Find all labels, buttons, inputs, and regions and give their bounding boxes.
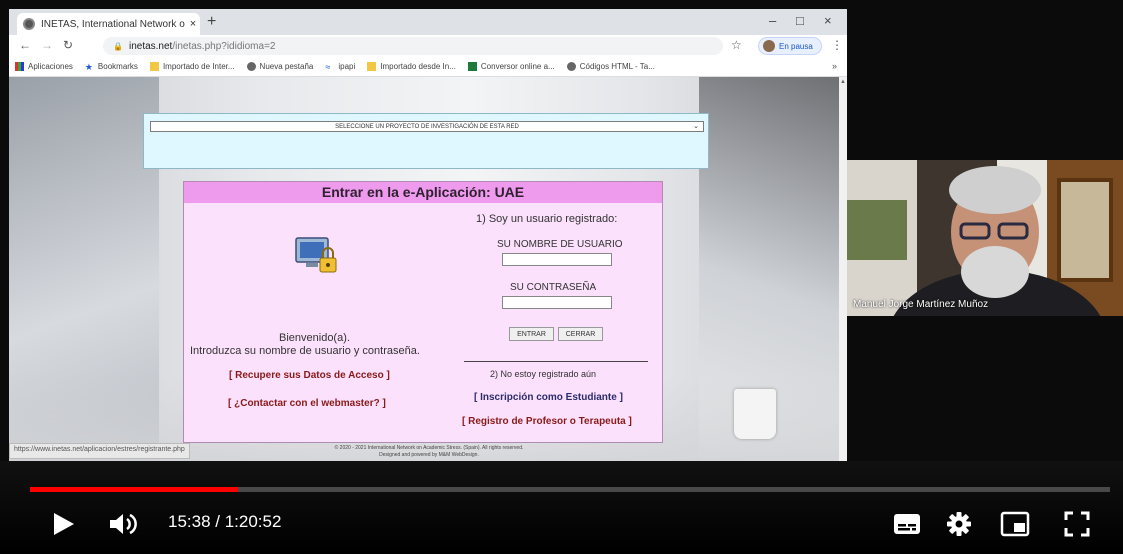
back-arrow-icon: ← [19, 38, 31, 52]
folder-icon [367, 62, 377, 71]
star-icon: ★ [84, 62, 93, 72]
login-instructions: Introduzca su nombre de usuario y contra… [190, 345, 420, 357]
page-footer: © 2020 - 2021 International Network on A… [259, 445, 599, 459]
project-select-value: SELECCIONE UN PROYECTO DE INVESTIGACIÓN … [335, 123, 519, 130]
project-select: SELECCIONE UN PROYECTO DE INVESTIGACIÓN … [150, 121, 704, 132]
bookmark-star-icon: ☆ [731, 38, 742, 52]
miniplayer-icon[interactable] [1000, 511, 1030, 537]
tab-title: INETAS, International Network o [41, 18, 185, 30]
folder-icon [149, 62, 159, 71]
browser-toolbar: ← → ↻ 🔒 inetas.net/inetas.php?ididioma=2… [9, 35, 847, 57]
welcome-text: Bienvenido(a). [279, 332, 350, 344]
not-registered-text: 2) No estoy registrado aún [490, 369, 597, 379]
browser-tab: INETAS, International Network o × [17, 13, 200, 35]
registered-heading: 1) Soy un usuario registrado: [476, 213, 618, 225]
page-scrollbar: ▲ [839, 77, 847, 461]
bookmark-item: Conversor online a... [467, 62, 555, 71]
window-close-icon: × [824, 13, 832, 28]
profile-status: En pausa [779, 41, 813, 51]
video-player[interactable]: INETAS, International Network o × + – □ … [0, 0, 1123, 554]
login-panel: Entrar en la e-Aplicación: UAE Bienvenid… [183, 181, 663, 443]
username-label: SU NOMBRE DE USUARIO [497, 239, 623, 250]
minimize-icon: – [769, 13, 777, 28]
padlock-icon: 🔒 [113, 41, 123, 51]
contact-webmaster-link: [ ¿Contactar con el webmaster? ] [228, 398, 386, 409]
restore-icon: □ [796, 13, 804, 28]
wifi-icon: ≈ [325, 62, 331, 72]
coffee-mug [734, 389, 776, 439]
login-title: Entrar en la e-Aplicación: UAE [184, 182, 662, 203]
new-tab-icon: + [207, 13, 217, 30]
password-field [502, 296, 612, 309]
progress-bar[interactable] [30, 487, 1110, 492]
subtitles-icon[interactable] [893, 512, 921, 536]
globe-icon [23, 18, 35, 30]
profile-pill: En pausa [758, 37, 822, 55]
teacher-signup-link: [ Registro de Profesor o Terapeuta ] [462, 416, 632, 427]
volume-icon[interactable] [108, 511, 142, 537]
browser-tabstrip: INETAS, International Network o × + – □ … [9, 9, 847, 35]
bookmark-item: ≈ ipapi [325, 62, 356, 72]
computer-lock-icon [295, 237, 337, 273]
close-button: CERRAR [558, 327, 603, 341]
time-display: 15:38 / 1:20:52 [168, 512, 282, 531]
bookmark-item: Importado desde In... [367, 62, 456, 71]
url-host: inetas.net [128, 40, 173, 52]
chevron-down-icon: ⌄ [693, 123, 699, 130]
presenter-video [847, 160, 1123, 316]
url-path: /inetas.php?ididioma=2 [172, 40, 276, 52]
settings-gear-icon[interactable] [946, 511, 972, 537]
bookmark-item: Aplicaciones [15, 62, 73, 71]
bookmark-item: Importado de Inter... [149, 62, 235, 71]
profile-avatar [763, 40, 775, 52]
forward-arrow-icon: → [41, 38, 53, 52]
spreadsheet-icon [467, 62, 477, 71]
bookmarks-overflow-icon: » [831, 61, 837, 71]
web-page-viewport: SELECCIONE UN PROYECTO DE INVESTIGACIÓN … [9, 77, 847, 461]
bookmarks-bar: Aplicaciones ★ Bookmarks Importado de Int… [9, 57, 847, 77]
status-bar-url: https://www.inetas.net/aplicacion/estres… [9, 443, 190, 459]
webcam-feed: Manuel Jorge Martínez Muñoz [847, 160, 1123, 316]
fullscreen-icon[interactable] [1064, 511, 1090, 537]
divider [464, 361, 648, 362]
enter-button: ENTRAR [509, 327, 554, 341]
student-signup-link: [ Inscripción como Estudiante ] [474, 392, 623, 403]
player-controls: 15:38 / 1:20:52 [0, 461, 1123, 554]
recover-access-link: [ Recupere sus Datos de Acceso ] [229, 370, 390, 381]
project-bar: SELECCIONE UN PROYECTO DE INVESTIGACIÓN … [143, 113, 709, 169]
bookmark-item: ★ Bookmarks [84, 62, 138, 72]
reload-icon: ↻ [63, 38, 74, 52]
apps-grid-icon [15, 62, 24, 71]
address-bar: 🔒 inetas.net/inetas.php?ididioma=2 [103, 37, 723, 55]
participant-name: Manuel Jorge Martínez Muñoz [853, 299, 989, 310]
tab-close-icon: × [189, 18, 197, 30]
video-frame-browser-capture: INETAS, International Network o × + – □ … [9, 9, 847, 461]
username-field [502, 253, 612, 266]
progress-fill [30, 487, 239, 492]
bookmark-item: Nueva pestaña [246, 62, 313, 71]
footer-copyright: © 2020 - 2021 International Network on A… [334, 445, 524, 451]
bookmark-item: Códigos HTML - Ta... [566, 62, 655, 71]
footer-credit: Designed and powered by M&M WebDesign. [379, 452, 479, 458]
password-label: SU CONTRASEÑA [510, 282, 597, 293]
globe-icon [566, 62, 576, 71]
globe-icon [246, 62, 256, 71]
scroll-up-icon: ▲ [840, 79, 846, 85]
play-icon[interactable] [50, 511, 76, 537]
kebab-menu-icon: ⋮ [831, 38, 843, 52]
